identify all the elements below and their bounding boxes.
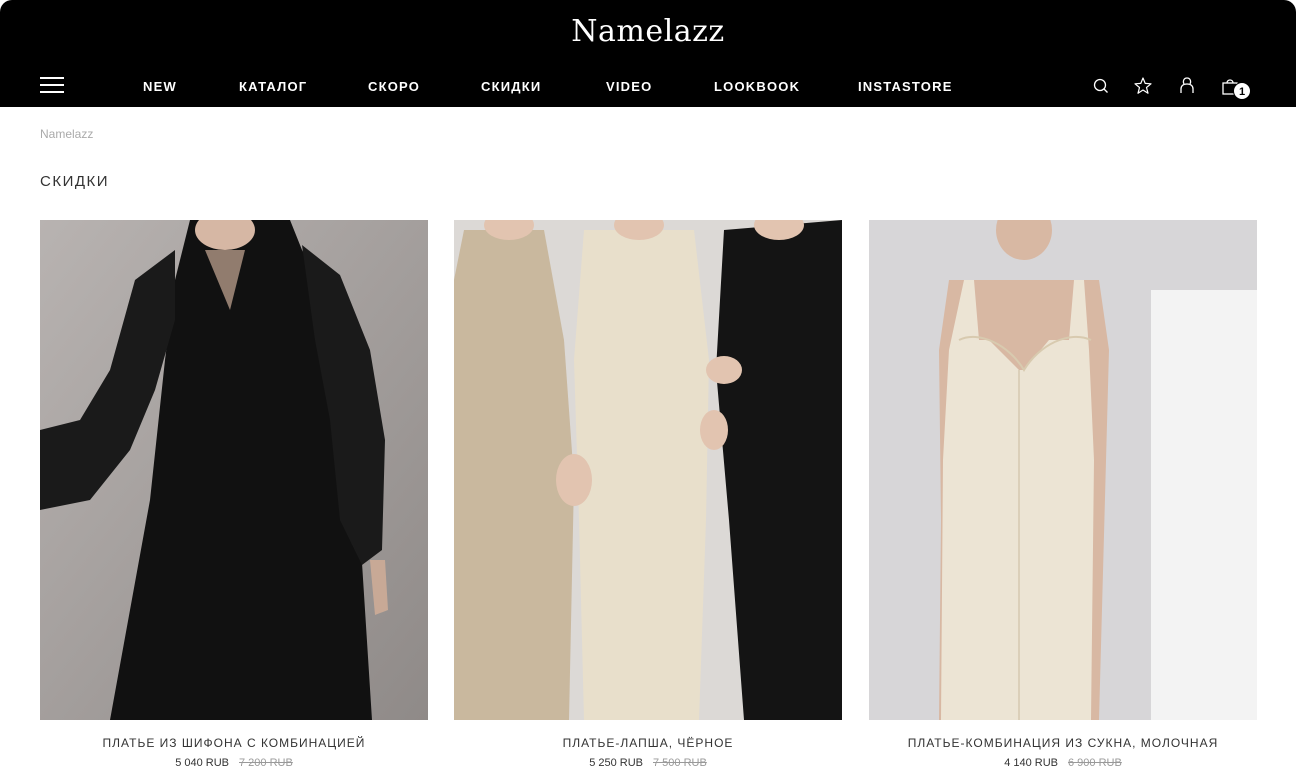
- product-prices: 5 250 RUB 7 500 RUB: [454, 757, 842, 769]
- product-name[interactable]: ПЛАТЬЕ-КОМБИНАЦИЯ ИЗ СУКНА, МОЛОЧНАЯ: [869, 736, 1257, 750]
- product-image[interactable]: [869, 220, 1257, 720]
- site-header: Namelazz NEW КАТАЛОГ СКОРО СКИДКИ VIDEO …: [0, 0, 1296, 107]
- product-old-price: 7 500 RUB: [653, 757, 707, 769]
- product-old-price: 7 200 RUB: [239, 757, 293, 769]
- product-old-price: 6 900 RUB: [1068, 757, 1122, 769]
- nav-item-sale[interactable]: СКИДКИ: [481, 79, 541, 94]
- product-price: 4 140 RUB: [1004, 757, 1058, 769]
- star-icon[interactable]: [1133, 76, 1153, 96]
- product-prices: 5 040 RUB 7 200 RUB: [40, 757, 428, 769]
- nav-item-soon[interactable]: СКОРО: [368, 79, 420, 94]
- product-image[interactable]: [454, 220, 842, 720]
- product-price: 5 250 RUB: [589, 757, 643, 769]
- product-image[interactable]: [40, 220, 428, 720]
- product-card[interactable]: ПЛАТЬЕ-ЛАПША, ЧЁРНОЕ 5 250 RUB 7 500 RUB: [454, 220, 842, 776]
- nav-item-new[interactable]: NEW: [143, 79, 177, 94]
- nav-item-lookbook[interactable]: LOOKBOOK: [714, 79, 800, 94]
- breadcrumb-home[interactable]: Namelazz: [40, 127, 93, 141]
- cart-count-badge: 1: [1233, 82, 1251, 100]
- site-logo[interactable]: Namelazz: [0, 14, 1296, 49]
- user-icon[interactable]: [1177, 76, 1197, 96]
- product-card[interactable]: ПЛАТЬЕ-КОМБИНАЦИЯ ИЗ СУКНА, МОЛОЧНАЯ 4 1…: [869, 220, 1257, 776]
- nav-item-instastore[interactable]: INSTASTORE: [858, 79, 953, 94]
- product-price: 5 040 RUB: [175, 757, 229, 769]
- product-name[interactable]: ПЛАТЬЕ ИЗ ШИФОНА С КОМБИНАЦИЕЙ: [40, 736, 428, 750]
- product-name[interactable]: ПЛАТЬЕ-ЛАПША, ЧЁРНОЕ: [454, 736, 842, 750]
- product-prices: 4 140 RUB 6 900 RUB: [869, 757, 1257, 769]
- page-title: СКИДКИ: [40, 173, 110, 190]
- nav-item-video[interactable]: VIDEO: [606, 79, 652, 94]
- product-card[interactable]: ПЛАТЬЕ ИЗ ШИФОНА С КОМБИНАЦИЕЙ 5 040 RUB…: [40, 220, 428, 776]
- search-icon[interactable]: [1091, 76, 1111, 96]
- nav-item-catalog[interactable]: КАТАЛОГ: [239, 79, 307, 94]
